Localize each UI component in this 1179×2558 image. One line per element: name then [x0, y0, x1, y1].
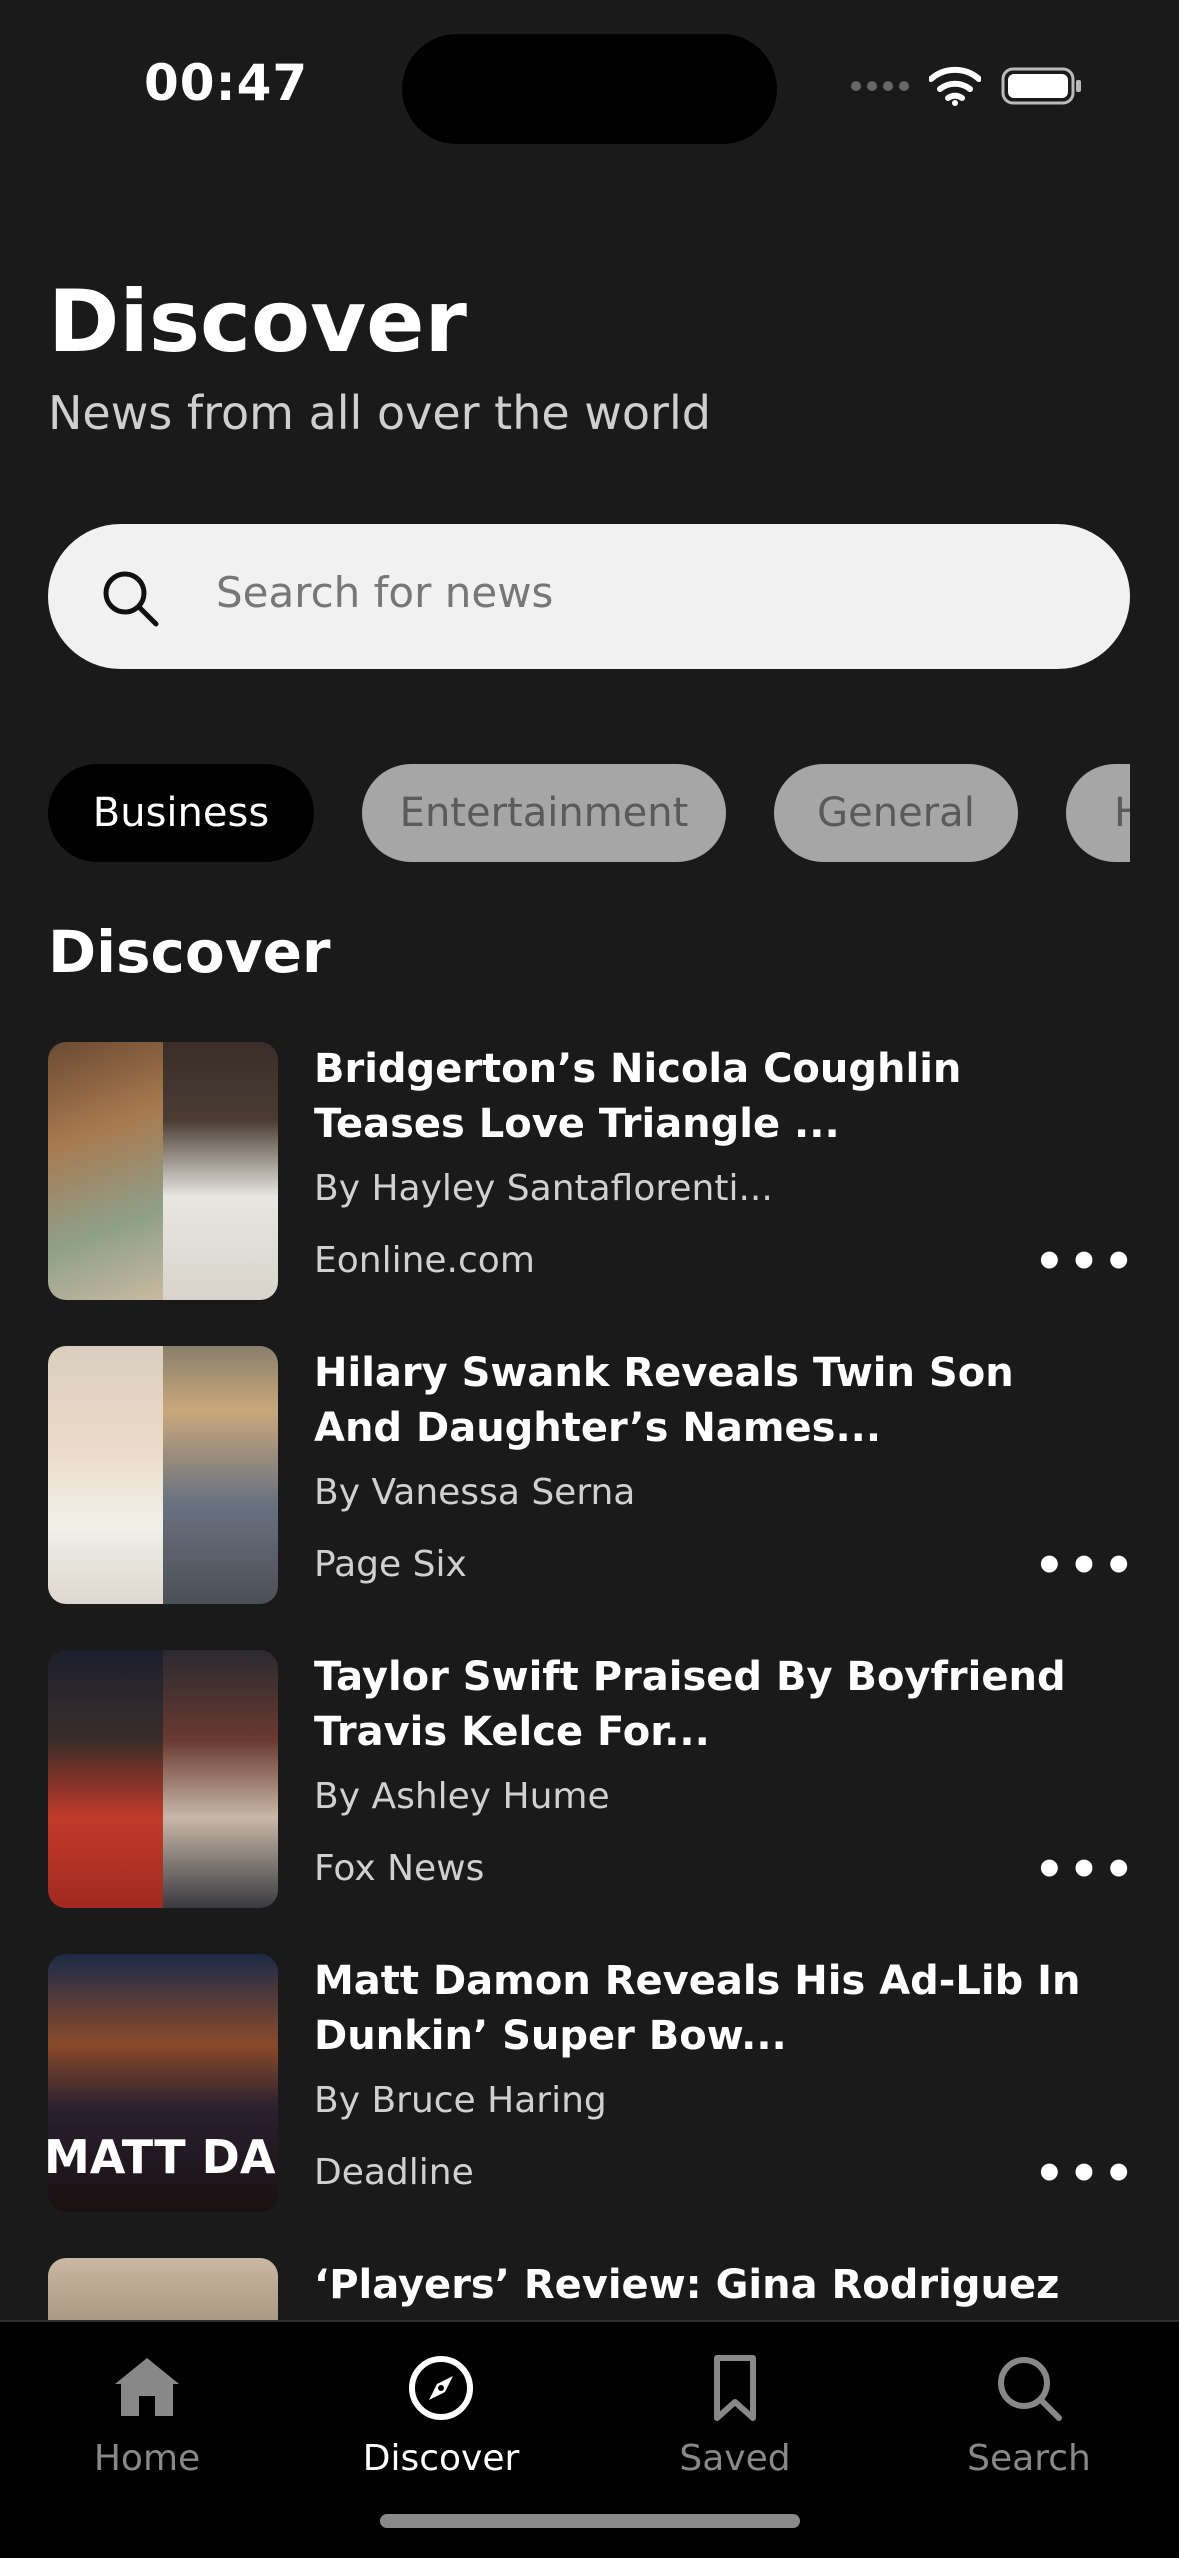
more-options-icon[interactable]: •••	[1034, 1846, 1138, 1894]
news-headline: Bridgerton’s Nicola Coughlin Teases Love…	[314, 1046, 962, 1147]
battery-icon	[1001, 67, 1081, 105]
more-options-icon[interactable]: •••	[1034, 2150, 1138, 2198]
more-options-icon[interactable]: •••	[1034, 1542, 1138, 1590]
news-thumbnail	[48, 1346, 278, 1604]
thumbnail-caption: MATT DAM	[48, 2130, 278, 2184]
news-thumbnail: MATT DAM	[48, 1954, 278, 2212]
page-subtitle: News from all over the world	[48, 386, 711, 440]
compass-icon	[409, 2356, 473, 2420]
news-author: By Hayley Santaflorenti...	[314, 1168, 773, 1209]
chip-health[interactable]: H	[1066, 764, 1130, 862]
news-item[interactable]: Bridgerton’s Nicola Coughlin Teases Love…	[48, 1042, 1138, 1300]
section-title: Discover	[48, 918, 331, 986]
news-source: Fox News	[314, 1848, 485, 1889]
page-title: Discover	[48, 272, 467, 372]
tab-saved[interactable]: Saved	[588, 2352, 882, 2479]
category-chips: Business Entertainment General H	[48, 764, 1130, 862]
wifi-icon	[929, 66, 981, 106]
news-source: Deadline	[314, 2152, 474, 2193]
news-author: By Vanessa Serna	[314, 1472, 636, 1513]
news-item[interactable]: MATT DAM Matt Damon Reveals His Ad-Lib I…	[48, 1954, 1138, 2212]
search-icon	[998, 2357, 1062, 2421]
news-headline: Hilary Swank Reveals Twin Son And Daught…	[314, 1350, 1014, 1451]
bookmark-icon	[714, 2355, 756, 2421]
status-icons	[851, 66, 1083, 106]
news-source: Eonline.com	[314, 1240, 535, 1281]
home-icon	[115, 2358, 179, 2416]
search-placeholder: Search for news	[216, 568, 554, 617]
news-headline: Matt Damon Reveals His Ad-Lib In Dunkin’…	[314, 1958, 1081, 2059]
cellular-signal-icon	[851, 81, 909, 91]
news-author: By Ashley Hume	[314, 1776, 610, 1817]
chip-entertainment[interactable]: Entertainment	[362, 764, 726, 862]
news-headline: Taylor Swift Praised By Boyfriend Travis…	[314, 1654, 1066, 1755]
tab-home[interactable]: Home	[0, 2352, 294, 2479]
chip-business[interactable]: Business	[48, 764, 314, 862]
news-headline: ‘Players’ Review: Gina Rodriguez Takes	[314, 2262, 1060, 2320]
news-list: Bridgerton’s Nicola Coughlin Teases Love…	[0, 1040, 1179, 2320]
dynamic-island	[402, 34, 777, 144]
tab-search[interactable]: Search	[882, 2352, 1176, 2479]
news-item[interactable]: Hilary Swank Reveals Twin Son And Daught…	[48, 1346, 1138, 1604]
search-icon	[103, 571, 159, 627]
status-time: 00:47	[144, 54, 309, 112]
chip-general[interactable]: General	[774, 764, 1018, 862]
tab-label: Saved	[679, 2438, 791, 2479]
news-thumbnail	[48, 1042, 278, 1300]
search-input[interactable]: Search for news	[48, 524, 1130, 669]
tab-label: Home	[93, 2438, 201, 2479]
news-thumbnail	[48, 1650, 278, 1908]
news-thumbnail	[48, 2258, 278, 2320]
news-author: By Bruce Haring	[314, 2080, 607, 2121]
tab-discover[interactable]: Discover	[294, 2352, 588, 2479]
home-indicator	[380, 2514, 800, 2528]
news-item[interactable]: ‘Players’ Review: Gina Rodriguez Takes	[48, 2258, 1138, 2320]
status-bar: 00:47	[0, 0, 1179, 180]
news-source: Page Six	[314, 1544, 467, 1585]
tab-label: Search	[967, 2438, 1091, 2479]
more-options-icon[interactable]: •••	[1034, 1238, 1138, 1286]
news-item[interactable]: Taylor Swift Praised By Boyfriend Travis…	[48, 1650, 1138, 1908]
tab-label: Discover	[362, 2438, 520, 2479]
